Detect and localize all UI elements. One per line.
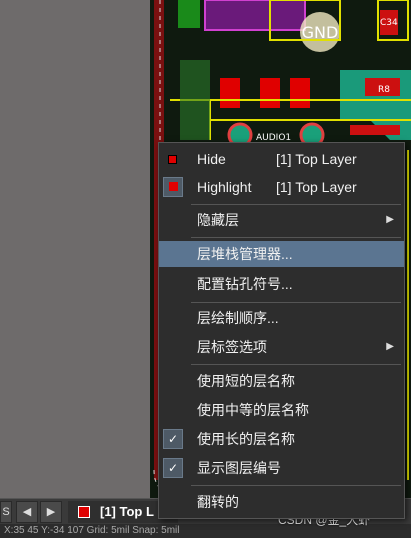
menu-item-label: 隐藏层 <box>197 212 239 228</box>
menu-item-medium-layer-names[interactable]: 使用中等的层名称 <box>159 397 404 423</box>
submenu-arrow-icon: ▶ <box>386 341 394 352</box>
menu-item-layer-draw-order[interactable]: 层绘制顺序... <box>159 305 404 331</box>
menu-item-label: 翻转的 <box>197 494 239 510</box>
menu-item-label: 显示图层编号 <box>197 460 281 476</box>
layer-color-swatch <box>78 506 90 518</box>
menu-item-label: 使用长的层名称 <box>197 431 295 447</box>
c34-label: C34 <box>380 18 398 28</box>
menu-item-sublabel: [1] Top Layer <box>276 179 357 195</box>
menu-item-layer-stack-manager[interactable]: 层堆栈管理器... <box>159 241 404 267</box>
layer-context-menu: Hide [1] Top Layer Highlight [1] Top Lay… <box>158 142 405 519</box>
tab-top-layer-label: [1] Top L <box>100 504 154 519</box>
submenu-arrow-icon: ▶ <box>386 214 394 225</box>
menu-item-layer-tab-options[interactable]: 层标签选项 ▶ <box>159 334 404 360</box>
menu-item-drill-symbols[interactable]: 配置钻孔符号... <box>159 271 404 297</box>
menu-item-short-layer-names[interactable]: 使用短的层名称 <box>159 368 404 394</box>
checkmark-icon: ✓ <box>163 458 183 478</box>
chevron-right-icon: ▶ <box>46 506 56 518</box>
menu-item-label: 使用短的层名称 <box>197 373 295 389</box>
r8-label: R8 <box>378 85 390 95</box>
magenta-region <box>204 0 306 31</box>
menu-item-label: 配置钻孔符号... <box>197 276 293 292</box>
menu-item-label: 层堆栈管理器... <box>197 246 293 262</box>
menu-item-show-layer-numbers[interactable]: ✓ 显示图层编号 <box>159 455 404 481</box>
menu-item-hide[interactable]: Hide [1] Top Layer <box>159 146 404 172</box>
menu-item-label: 层标签选项 <box>197 339 267 355</box>
menu-item-label: Hide <box>197 151 226 167</box>
menu-item-flipped[interactable]: 翻转的 <box>159 489 404 515</box>
layer-set-button[interactable]: S <box>0 501 12 523</box>
prev-layer-button[interactable]: ◀ <box>16 501 38 523</box>
chevron-left-icon: ◀ <box>22 506 32 518</box>
next-layer-button[interactable]: ▶ <box>40 501 62 523</box>
menu-item-label: 层绘制顺序... <box>197 310 279 326</box>
green-pad <box>178 0 200 28</box>
menu-item-hide-layers[interactable]: 隐藏层 ▶ <box>159 207 404 233</box>
menu-item-sublabel: [1] Top Layer <box>276 151 357 167</box>
highlight-icon <box>163 177 183 197</box>
red-square-icon <box>168 155 177 164</box>
menu-item-long-layer-names[interactable]: ✓ 使用长的层名称 <box>159 426 404 452</box>
checkmark-icon: ✓ <box>163 429 183 449</box>
menu-item-label: 使用中等的层名称 <box>197 402 309 418</box>
menu-item-highlight[interactable]: Highlight [1] Top Layer <box>159 174 404 200</box>
menu-item-label: Highlight <box>197 179 252 195</box>
